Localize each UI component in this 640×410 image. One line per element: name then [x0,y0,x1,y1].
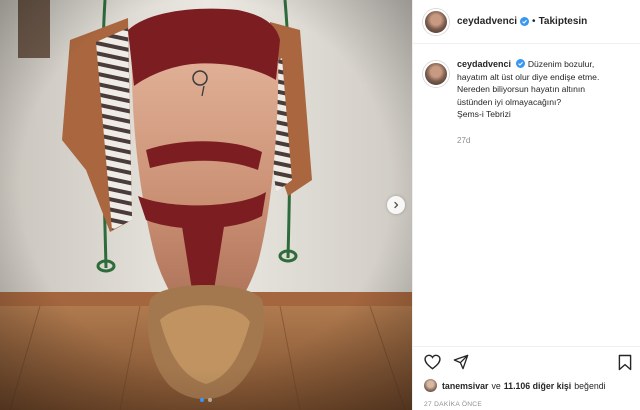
verified-icon [516,59,526,68]
likes-suffix: beğendi [574,380,606,391]
caption-text-line: üstünden iyi olmayacağını? [457,96,562,107]
caption-text-line: hayatım alt üst olur diye endişe etme. [457,71,600,82]
author-avatar[interactable] [423,8,449,35]
post-photo [0,0,412,410]
share-button[interactable] [453,354,469,375]
header-separator: • [532,16,536,27]
caption-age[interactable]: 27d [457,135,635,148]
like-button[interactable] [424,354,441,375]
bookmark-icon [618,354,632,371]
heart-icon [424,354,441,370]
post-header: ceydadvenci • Takiptesin [413,0,640,44]
liker-avatar[interactable] [424,379,437,392]
share-icon [453,354,469,370]
caption-block: ceydadvenci Düzenim bozulur, hayatım alt… [413,58,640,148]
caption: ceydadvenci Düzenim bozulur, hayatım alt… [457,58,635,148]
post-side-panel: ceydadvenci • Takiptesin ceydadvenci Düz… [412,0,640,410]
likes-count-link[interactable]: 11.106 diğer kişi [504,381,572,391]
carousel-dot [200,398,204,402]
follow-status-button[interactable]: Takiptesin [539,16,588,27]
action-icons [424,354,469,375]
first-liker-username[interactable]: tanemsivar [442,381,488,391]
carousel-dot [208,398,212,402]
likes-summary: tanemsivar ve 11.106 diğer kişi beğendi [424,379,609,392]
carousel-dots [0,398,412,402]
carousel-next-button[interactable] [387,196,405,214]
verified-icon [520,17,530,26]
post-actions: tanemsivar ve 11.106 diğer kişi beğendi … [413,346,640,410]
caption-author-avatar[interactable] [423,61,449,87]
instagram-post: ceydadvenci • Takiptesin ceydadvenci Düz… [0,0,640,410]
post-media[interactable] [0,0,412,410]
likes-connector: ve [491,380,501,391]
caption-author-username[interactable]: ceydadvenci [457,59,511,69]
save-button[interactable] [618,354,632,376]
post-timestamp[interactable]: 27 DAKİKA ÖNCE [424,401,482,408]
caption-text-line: Nereden biliyorsun hayatın altının [457,84,586,95]
caption-text-line: Şems-i Tebrizi [457,109,511,120]
author-username[interactable]: ceydadvenci [457,16,517,27]
chevron-right-icon [394,201,399,209]
caption-line: ceydadvenci Düzenim bozulur, [457,58,635,71]
caption-text-line: Düzenim bozulur, [527,59,595,69]
